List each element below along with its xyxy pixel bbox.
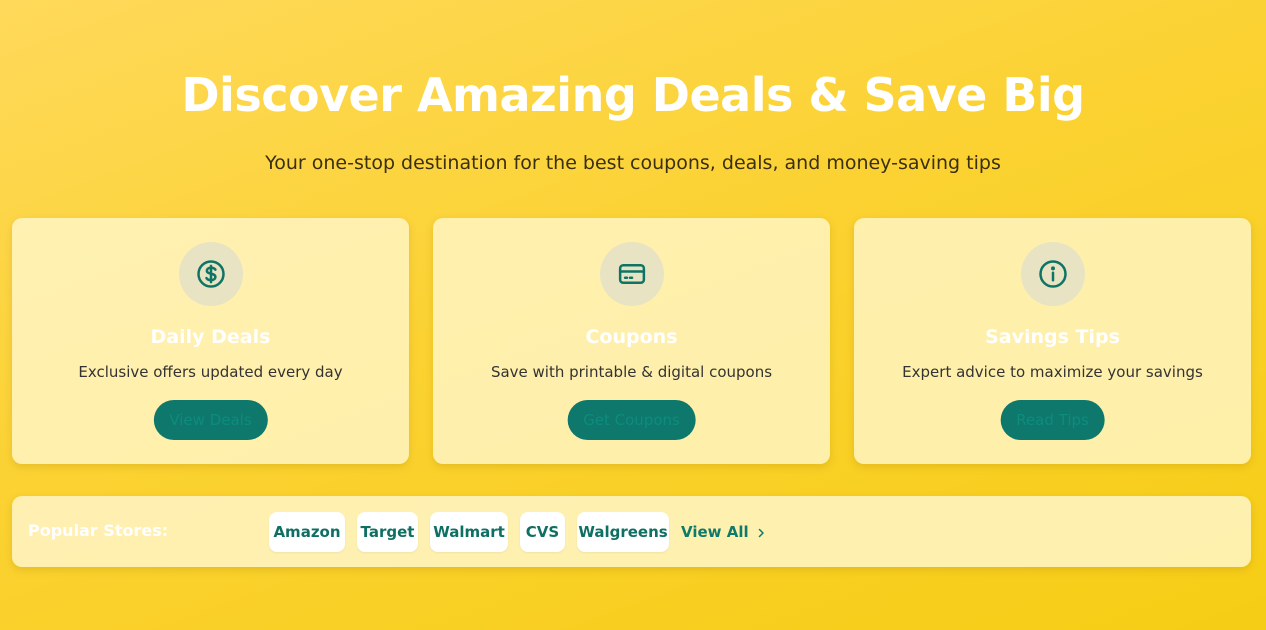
store-chip-walmart[interactable]: Walmart — [430, 512, 508, 552]
card-description: Exclusive offers updated every day — [78, 363, 343, 381]
hero-title: Discover Amazing Deals & Save Big — [181, 68, 1085, 122]
popular-stores-label: Popular Stores: — [28, 521, 169, 540]
get-coupons-button[interactable]: Get Coupons — [567, 400, 696, 440]
card-title: Daily Deals — [150, 326, 271, 348]
store-chip-walgreens[interactable]: Walgreens — [577, 512, 669, 552]
read-tips-button[interactable]: Read Tips — [1000, 400, 1105, 440]
card-daily-deals: Daily Deals Exclusive offers updated eve… — [12, 218, 409, 464]
card-description: Save with printable & digital coupons — [490, 363, 773, 381]
view-all-label: View All — [681, 523, 749, 541]
view-deals-button[interactable]: View Deals — [153, 400, 268, 440]
info-circle-icon — [1020, 242, 1085, 306]
card-coupons: Coupons Save with printable & digital co… — [433, 218, 830, 464]
popular-stores-bar: Popular Stores: Amazon Target Walmart CV… — [12, 496, 1251, 567]
view-all-stores-link[interactable]: View All — [681, 512, 767, 552]
store-chip-amazon[interactable]: Amazon — [269, 512, 345, 552]
store-chip-cvs[interactable]: CVS — [520, 512, 565, 552]
hero-subtitle: Your one-stop destination for the best c… — [265, 152, 1001, 174]
card-title: Savings Tips — [985, 326, 1120, 348]
card-description: Expert advice to maximize your savings — [902, 363, 1203, 381]
dollar-circle-icon — [178, 242, 243, 306]
credit-card-icon — [599, 242, 664, 306]
card-title: Coupons — [585, 326, 678, 348]
store-chip-target[interactable]: Target — [357, 512, 418, 552]
chevron-right-icon — [758, 528, 764, 537]
card-savings-tips: Savings Tips Expert advice to maximize y… — [854, 218, 1251, 464]
